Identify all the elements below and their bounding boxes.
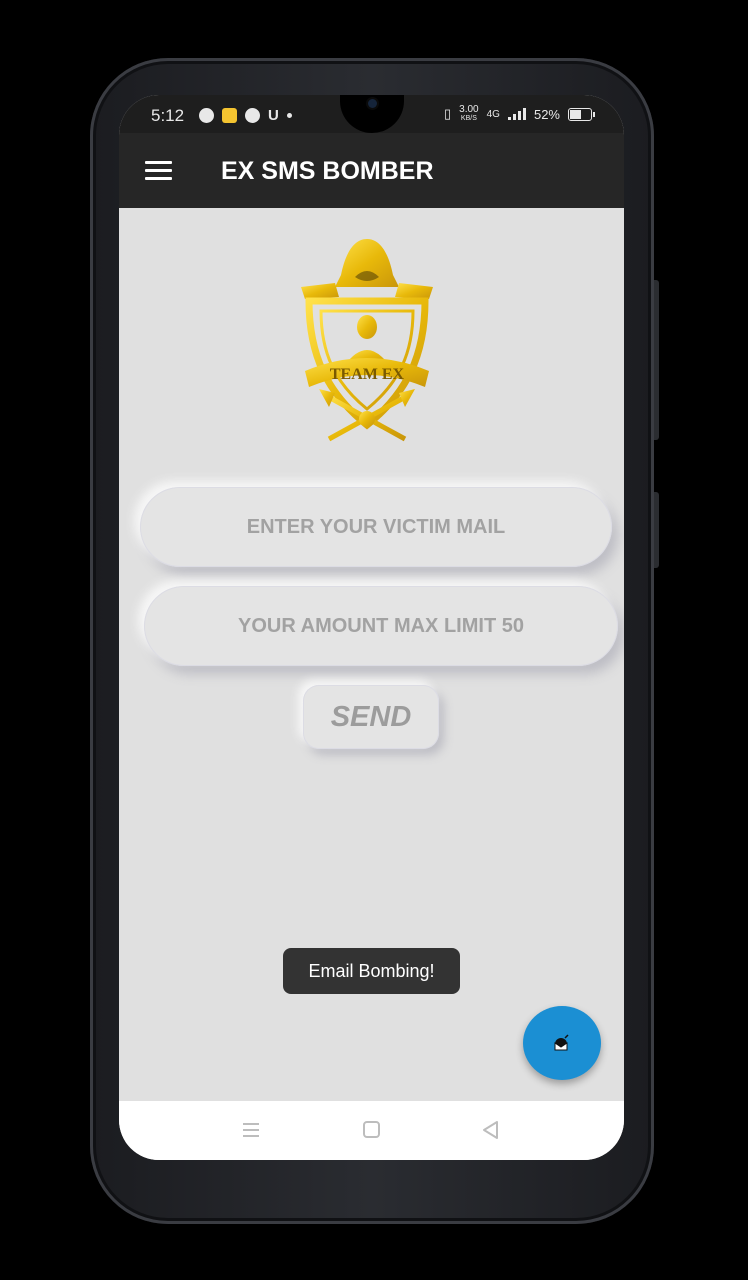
messenger-icon xyxy=(199,108,214,123)
battery-icon xyxy=(568,107,595,121)
app-notification-icon-2 xyxy=(245,108,260,123)
team-ex-logo: TEAM EX xyxy=(301,239,433,442)
menu-icon[interactable] xyxy=(241,1119,261,1141)
status-bar: 5:12 U ▯ 3.00 KB/S 4G 52% xyxy=(119,95,624,133)
battery-percent: 52% xyxy=(533,106,560,122)
app-notification-icon xyxy=(222,108,237,123)
network-speed-unit: KB/S xyxy=(460,115,477,122)
victim-email-field-container xyxy=(140,487,612,567)
home-square-icon[interactable] xyxy=(362,1119,382,1141)
vibrate-icon: ▯ xyxy=(444,106,452,121)
status-time: 5:12 xyxy=(151,106,185,125)
phone-screen: 5:12 U ▯ 3.00 KB/S 4G 52% EX SMS BOMBER … xyxy=(119,95,624,1160)
camera-notch xyxy=(340,95,404,133)
front-camera xyxy=(368,99,377,108)
victim-email-input[interactable] xyxy=(140,487,612,567)
network-speed: 3.00 KB/S xyxy=(459,105,478,123)
toast-message: Email Bombing! xyxy=(283,948,460,994)
status-right-icons: ▯ 3.00 KB/S 4G 52% xyxy=(444,105,595,123)
back-triangle-icon[interactable] xyxy=(481,1119,501,1141)
network-speed-value: 3.00 xyxy=(459,104,479,115)
signal-icon xyxy=(507,108,526,120)
u-app-icon: U xyxy=(268,107,279,124)
network-type: 4G xyxy=(486,108,500,120)
email-bomb-icon xyxy=(554,1034,569,1051)
navigation-bar xyxy=(119,1101,624,1160)
notification-icons: U xyxy=(199,107,292,124)
more-notifications-dot xyxy=(286,113,292,118)
amount-field-container xyxy=(144,586,618,666)
volume-button xyxy=(654,280,659,440)
amount-input[interactable] xyxy=(144,586,618,666)
email-bomb-fab[interactable] xyxy=(523,1006,601,1080)
power-button xyxy=(654,492,659,568)
app-bar: EX SMS BOMBER xyxy=(119,133,624,208)
hamburger-menu-icon[interactable] xyxy=(145,161,172,180)
logo-text: TEAM EX xyxy=(330,366,405,383)
app-title: EX SMS BOMBER xyxy=(221,157,434,185)
send-button[interactable]: SEND xyxy=(303,685,439,749)
